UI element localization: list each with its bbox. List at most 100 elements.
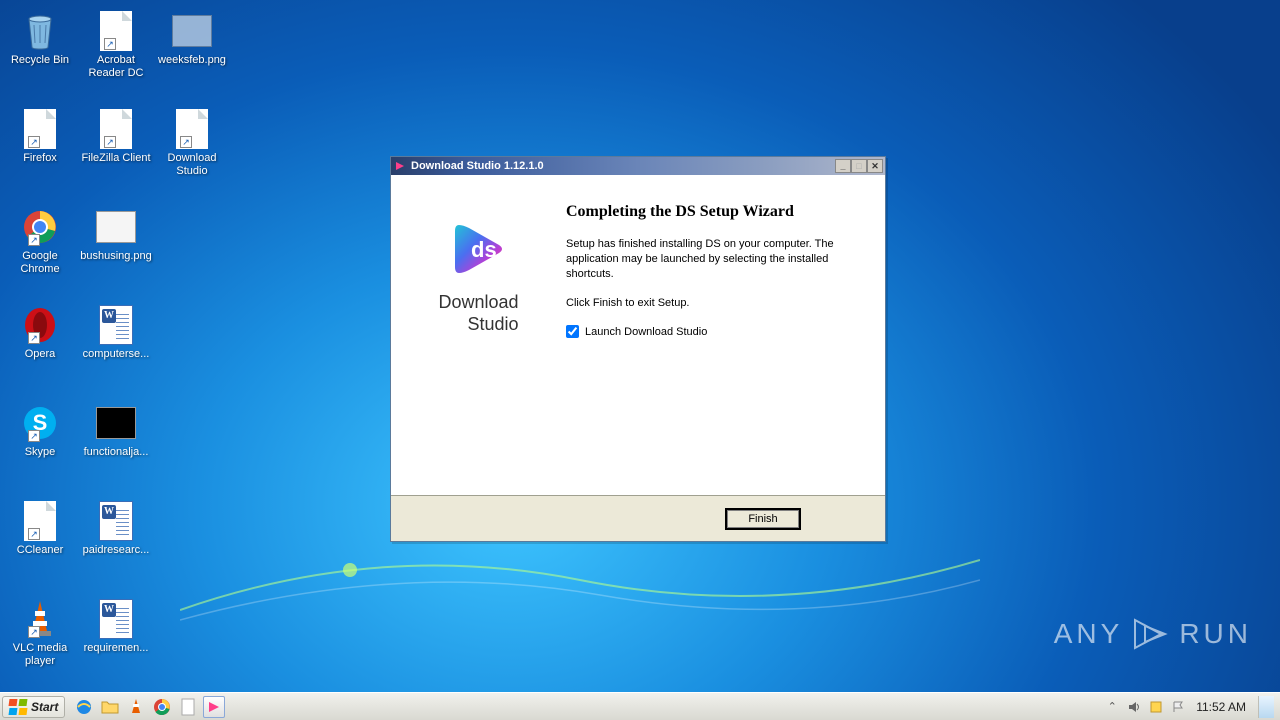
desktop-icon-opera[interactable]: ↗ Opera	[2, 298, 78, 386]
watermark: ANY RUN	[1054, 616, 1252, 652]
desktop-icon-recycle-bin[interactable]: Recycle Bin	[2, 4, 78, 92]
dialog-title: Download Studio 1.12.1.0	[411, 160, 544, 172]
watermark-text-a: ANY	[1054, 618, 1124, 650]
taskbar-download-studio[interactable]	[203, 696, 225, 718]
shortcut-arrow-icon: ↗	[104, 136, 116, 148]
tray-security-icon[interactable]	[1148, 699, 1164, 715]
desktop-icon-skype[interactable]: S ↗ Skype	[2, 396, 78, 484]
recycle-bin-icon	[22, 11, 58, 51]
desktop-icon-firefox[interactable]: ↗ Firefox	[2, 102, 78, 190]
shortcut-arrow-icon: ↗	[28, 528, 40, 540]
launch-checkbox-label: Launch Download Studio	[585, 326, 707, 338]
folder-icon	[101, 699, 119, 715]
wizard-content: Completing the DS Setup Wizard Setup has…	[566, 175, 885, 495]
installer-dialog: Download Studio 1.12.1.0 _ □ ✕ ds	[390, 156, 886, 542]
desktop-icon-filezilla[interactable]: ↗ FileZilla Client	[78, 102, 154, 190]
icon-label: weeksfeb.png	[158, 54, 226, 67]
wizard-sidebar: ds Download Studio	[391, 175, 566, 495]
tray-volume-icon[interactable]	[1126, 699, 1142, 715]
taskbar-notepad[interactable]	[177, 696, 199, 718]
ds-logo-icon: ds	[445, 215, 513, 283]
wallpaper-swirl	[180, 530, 980, 650]
desktop-icon-requiremen[interactable]: requiremen...	[78, 592, 154, 680]
icon-label: Opera	[25, 348, 56, 361]
chrome-icon	[153, 698, 171, 716]
wizard-para2: Click Finish to exit Setup.	[566, 296, 846, 311]
icon-label: functionalja...	[84, 446, 149, 459]
icon-label: FileZilla Client	[81, 152, 150, 165]
desktop-icon-computerse[interactable]: computerse...	[78, 298, 154, 386]
icon-label: VLC media player	[4, 642, 76, 668]
system-tray: ⌃ 11:52 AM	[1104, 696, 1280, 718]
document-icon	[181, 698, 195, 716]
word-doc-icon	[99, 501, 133, 541]
desktop-icon-weeksfeb[interactable]: weeksfeb.png	[154, 4, 230, 92]
quick-launch	[73, 696, 225, 718]
icon-label: Acrobat Reader DC	[80, 54, 152, 80]
tray-flag-icon[interactable]	[1170, 699, 1186, 715]
shortcut-arrow-icon: ↗	[28, 332, 40, 344]
image-thumb-icon	[96, 211, 136, 243]
shortcut-arrow-icon: ↗	[180, 136, 192, 148]
app-icon	[393, 159, 407, 173]
icon-label: Recycle Bin	[11, 54, 69, 67]
shortcut-arrow-icon: ↗	[104, 38, 116, 50]
close-button[interactable]: ✕	[867, 159, 883, 173]
icon-label: paidresearc...	[83, 544, 150, 557]
shortcut-arrow-icon: ↗	[28, 430, 40, 442]
desktop-icon-bushusing[interactable]: bushusing.png	[78, 200, 154, 288]
icon-label: Google Chrome	[4, 250, 76, 276]
start-label: Start	[31, 700, 58, 714]
shortcut-arrow-icon: ↗	[28, 626, 40, 638]
titlebar[interactable]: Download Studio 1.12.1.0 _ □ ✕	[391, 157, 885, 175]
start-button[interactable]: Start	[2, 696, 65, 718]
taskbar-explorer[interactable]	[99, 696, 121, 718]
wizard-para1: Setup has finished installing DS on your…	[566, 237, 846, 282]
dialog-body: ds Download Studio Completing the DS Set…	[391, 175, 885, 495]
tray-expand[interactable]: ⌃	[1104, 699, 1120, 715]
vlc-icon	[129, 698, 143, 716]
desktop-icon-paidresearc[interactable]: paidresearc...	[78, 494, 154, 582]
show-desktop-button[interactable]	[1258, 696, 1274, 718]
icon-label: computerse...	[83, 348, 150, 361]
windows-flag-icon	[9, 699, 27, 715]
word-doc-icon	[99, 599, 133, 639]
shortcut-arrow-icon: ↗	[28, 136, 40, 148]
word-doc-icon	[99, 305, 133, 345]
taskbar-vlc[interactable]	[125, 696, 147, 718]
desktop-icon-acrobat[interactable]: ↗ Acrobat Reader DC	[78, 4, 154, 92]
launch-checkbox-row[interactable]: Launch Download Studio	[566, 325, 863, 338]
shortcut-arrow-icon: ↗	[28, 234, 40, 246]
wizard-heading: Completing the DS Setup Wizard	[566, 203, 863, 221]
desktop-icon-ccleaner[interactable]: ↗ CCleaner	[2, 494, 78, 582]
anyrun-logo-icon	[1131, 616, 1171, 652]
logo-line1: Download	[438, 291, 518, 313]
taskbar-chrome[interactable]	[151, 696, 173, 718]
maximize-button[interactable]: □	[851, 159, 867, 173]
watermark-text-b: RUN	[1179, 618, 1252, 650]
svg-text:ds: ds	[471, 237, 497, 262]
desktop[interactable]: Recycle Bin ↗ Firefox ↗ Google Chrome ↗ …	[0, 0, 1280, 692]
desktop-icon-chrome[interactable]: ↗ Google Chrome	[2, 200, 78, 288]
desktop-icon-vlc[interactable]: ↗ VLC media player	[2, 592, 78, 680]
image-thumb-icon	[96, 407, 136, 439]
launch-checkbox[interactable]	[566, 325, 579, 338]
icon-label: bushusing.png	[80, 250, 152, 263]
ds-logo-text: Download Studio	[438, 291, 518, 335]
taskbar-ie[interactable]	[73, 696, 95, 718]
icon-label: CCleaner	[17, 544, 63, 557]
minimize-button[interactable]: _	[835, 159, 851, 173]
icon-label: Download Studio	[156, 152, 228, 178]
icon-label: Firefox	[23, 152, 57, 165]
icon-label: Skype	[25, 446, 56, 459]
logo-line2: Studio	[438, 313, 518, 335]
taskbar: Start ⌃ 11:52 AM	[0, 692, 1280, 720]
dialog-footer: Finish	[391, 495, 885, 541]
icon-label: requiremen...	[84, 642, 149, 655]
tray-clock[interactable]: 11:52 AM	[1192, 700, 1250, 714]
ie-icon	[75, 698, 93, 716]
image-thumb-icon	[172, 15, 212, 47]
desktop-icon-download-studio[interactable]: ↗ Download Studio	[154, 102, 230, 190]
finish-button[interactable]: Finish	[725, 508, 801, 530]
desktop-icon-functionalja[interactable]: functionalja...	[78, 396, 154, 484]
